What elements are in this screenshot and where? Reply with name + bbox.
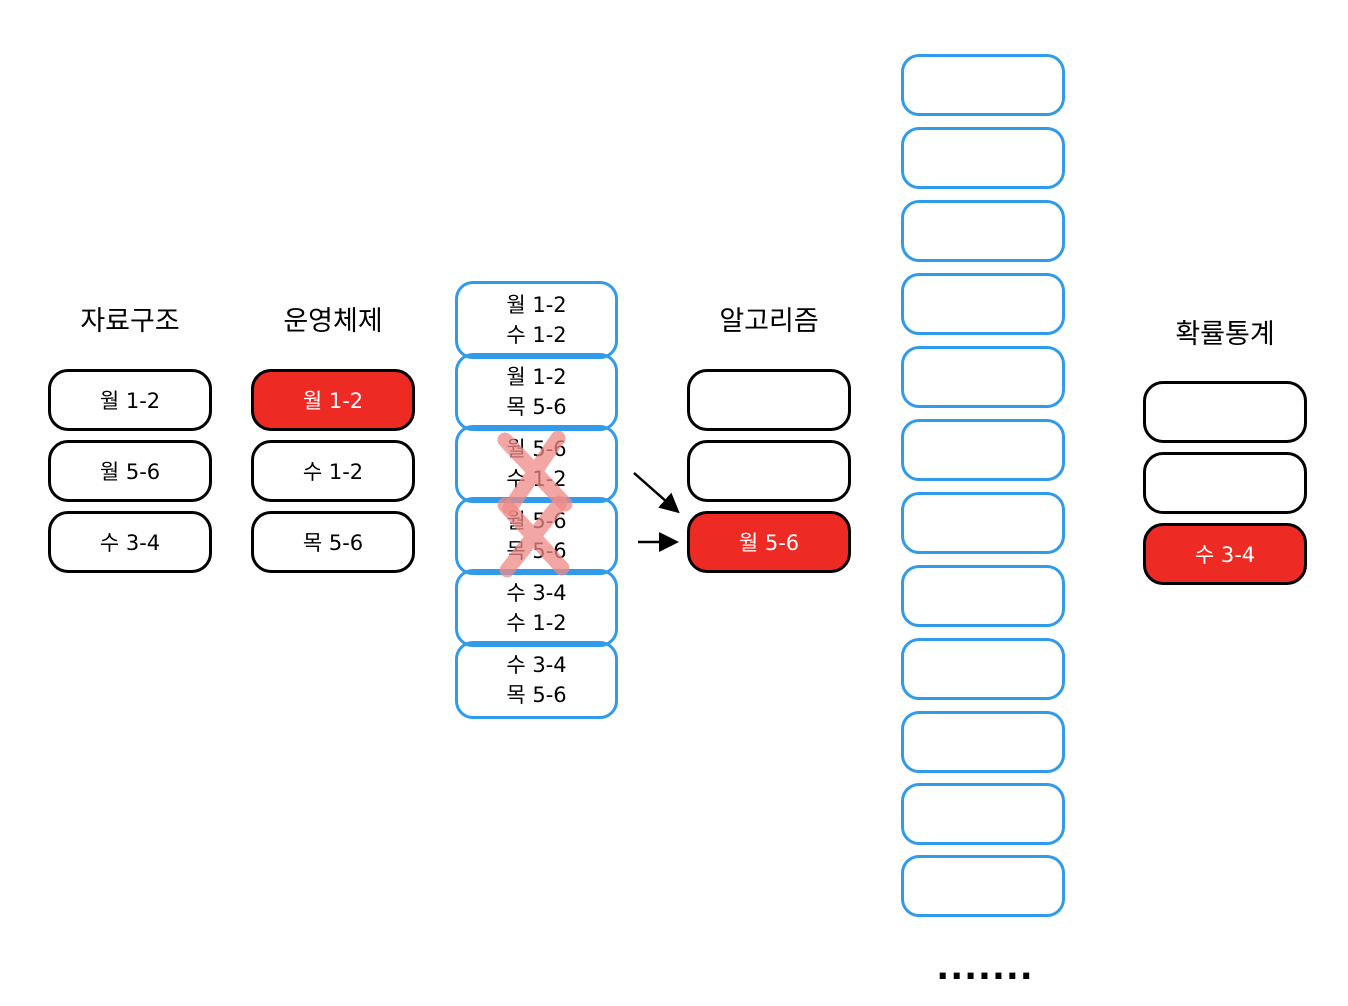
arrow-diagonal xyxy=(633,472,680,514)
cross-mark-icon xyxy=(497,495,570,578)
diagram-overlay xyxy=(497,430,680,578)
